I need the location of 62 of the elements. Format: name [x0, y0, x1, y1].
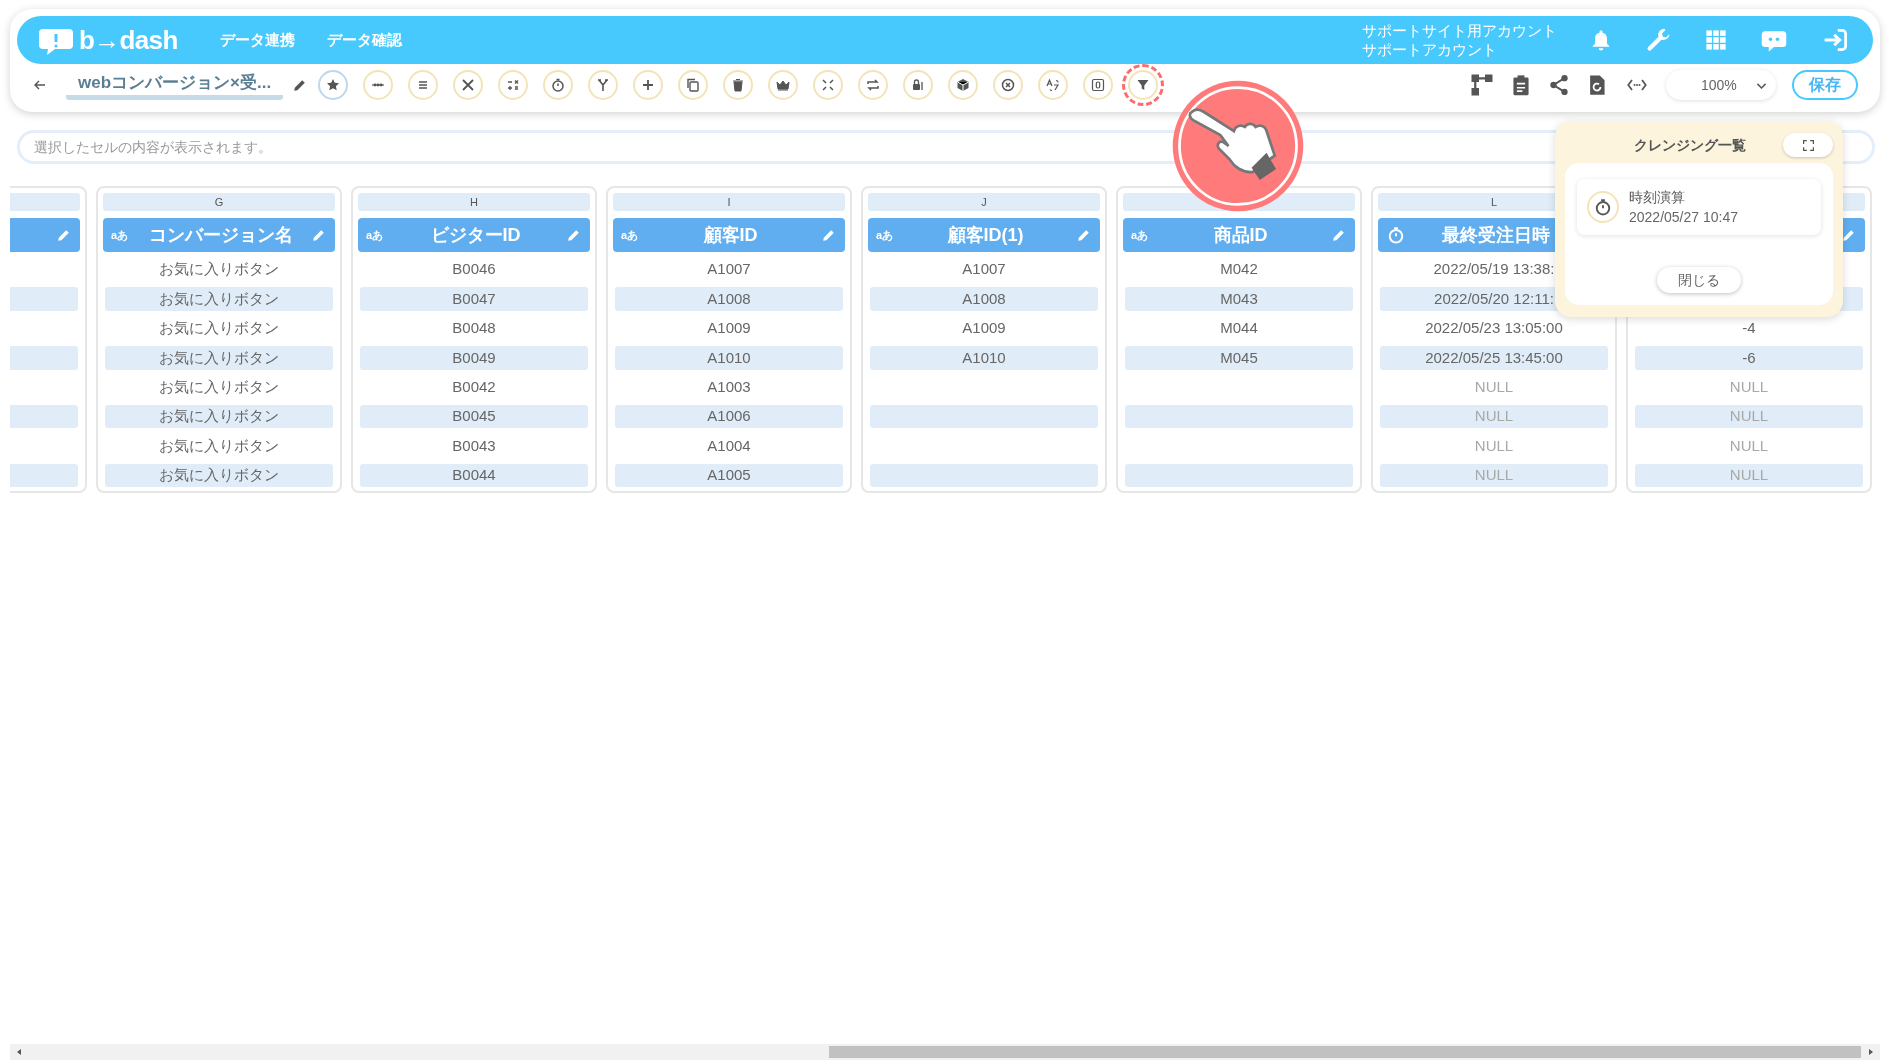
table-cell[interactable]: お気に入りボタン	[105, 434, 333, 458]
table-cell[interactable]: B0049	[360, 346, 588, 370]
table-cell[interactable]: A1009	[870, 316, 1098, 341]
table-cell[interactable]: お気に入りボタン	[105, 316, 333, 341]
table-cell[interactable]: B0043	[360, 434, 588, 458]
table-cell[interactable]: B0048	[360, 316, 588, 341]
text-type-label: aあ	[876, 227, 895, 243]
table-cell[interactable]: A1005	[615, 463, 843, 488]
column-title: 商品ID	[1213, 223, 1268, 247]
table-cell[interactable]: お気に入りボタン	[105, 463, 333, 488]
item-time: 2022/05/27 10:47	[1629, 208, 1738, 227]
table-cell[interactable]: -4	[1635, 316, 1863, 341]
table-cell[interactable]: M043	[1125, 287, 1353, 311]
text-type-label: aあ	[111, 227, 130, 243]
table-cell[interactable]: お気に入りボタン	[105, 346, 333, 370]
table-cell[interactable]: M044	[1125, 316, 1353, 341]
table-cell[interactable]: B0045	[360, 404, 588, 429]
table-cell[interactable]: A1007	[870, 258, 1098, 282]
table-cell[interactable]: お気に入りボタン	[105, 375, 333, 399]
column-title: 最終受注日時	[1441, 223, 1550, 247]
table-cell[interactable]: A1003	[615, 375, 843, 399]
account-name: サポートサイト用アカウント	[1362, 21, 1557, 40]
column-letter: L	[1490, 194, 1498, 210]
logo-text: b→dash	[79, 27, 178, 53]
table-cell[interactable]: B0047	[360, 287, 588, 311]
table-cell[interactable]: M042	[1125, 258, 1353, 282]
table-cell[interactable]: A1008	[615, 287, 843, 311]
text-type-label: aあ	[1131, 227, 1150, 243]
cleansing-item[interactable]: 時刻演算 2022/05/27 10:47	[1577, 179, 1821, 235]
column-title: 顧客ID	[703, 223, 758, 247]
column-title: コンバージョン名	[148, 223, 293, 247]
table-cell[interactable]: 2022/05/25 13:45:00	[1380, 346, 1608, 370]
table-cell[interactable]: 2022/05/23 13:05:00	[1380, 316, 1608, 341]
table-cell[interactable]: B0044	[360, 463, 588, 488]
table-cell[interactable]: お気に入りボタン	[105, 258, 333, 282]
table-cell[interactable]: A1010	[615, 346, 843, 370]
table-cell[interactable]: -6	[1635, 346, 1863, 370]
table-cell[interactable]: A1007	[615, 258, 843, 282]
column-letter: H	[470, 194, 478, 210]
table-cell[interactable]: A1004	[615, 434, 843, 458]
column-letter: I	[727, 194, 731, 210]
project-title[interactable]: webコンバージョン×受...	[66, 70, 284, 100]
account-name: サポートアカウント	[1362, 40, 1498, 59]
column-letter: G	[214, 194, 224, 210]
column-letter: J	[981, 194, 987, 210]
column-title: 顧客ID(1)	[947, 223, 1024, 247]
table-cell[interactable]: お気に入りボタン	[105, 404, 333, 429]
table-cell[interactable]: M045	[1125, 346, 1353, 370]
popup-title: クレンジング一覧	[1634, 135, 1746, 155]
table-cell[interactable]: お気に入りボタン	[105, 287, 333, 311]
table-cell[interactable]: A1010	[870, 346, 1098, 370]
text-type-label: aあ	[366, 227, 385, 243]
table-cell[interactable]: A1008	[870, 287, 1098, 311]
item-name: 時刻演算	[1629, 188, 1686, 207]
close-button[interactable]: 閉じる	[1657, 267, 1741, 293]
zoom-select[interactable]: 100%	[1666, 70, 1776, 100]
column-title: ビジターID	[430, 223, 521, 247]
table-cell[interactable]: B0042	[360, 375, 588, 399]
text-type-label: aあ	[621, 227, 640, 243]
table-cell[interactable]: A1006	[615, 404, 843, 429]
table-cell[interactable]: B0046	[360, 258, 588, 282]
table-cell[interactable]: A1009	[615, 316, 843, 341]
